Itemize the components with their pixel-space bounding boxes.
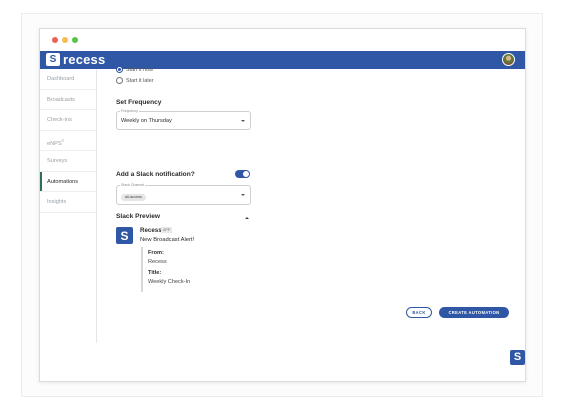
start-later-label: Start it later (126, 77, 154, 84)
chevron-down-icon (241, 194, 245, 196)
chevron-down-icon (241, 120, 245, 122)
maximize-window-button[interactable] (72, 37, 78, 43)
preview-quote-bar (141, 247, 143, 292)
preview-message: New Broadcast Alert! (140, 237, 195, 243)
sidebar-item-check-ins[interactable]: Check-ins (40, 110, 96, 131)
start-now-radio[interactable] (116, 66, 123, 73)
recess-logo-icon: S (46, 53, 60, 66)
app-header: S recess (40, 51, 525, 69)
app-window: S recess Dashboard Broadcasts Check-ins … (39, 28, 526, 382)
sidebar-item-broadcasts[interactable]: Broadcasts (40, 90, 96, 110)
sidebar-nav: Dashboard Broadcasts Check-ins eNPS® Sur… (40, 69, 97, 343)
sidebar-item-automations[interactable]: Automations (40, 171, 96, 192)
user-avatar[interactable] (502, 53, 515, 66)
set-frequency-heading: Set Frequency (116, 99, 162, 106)
slack-notification-heading: Add a Slack notification? (116, 171, 195, 178)
slack-notification-toggle[interactable] (235, 170, 250, 178)
slack-preview-heading: Slack Preview (116, 213, 160, 220)
start-now-label: Start it now (126, 66, 153, 73)
slack-channel-field-label: Slack Channel (120, 183, 146, 187)
window-titlebar (40, 29, 525, 51)
start-now-option[interactable]: Start it now (116, 66, 153, 73)
recess-bot-icon: S (116, 227, 133, 244)
slack-channel-select[interactable]: Slack Channel all-access (116, 183, 251, 205)
title-value: Weekly Check-In (148, 279, 191, 285)
create-automation-button[interactable]: CREATE AUTOMATION (439, 307, 509, 318)
app-badge: APP (161, 227, 173, 233)
frequency-field-label: Frequency (120, 109, 139, 113)
automation-form: Start it now Start it later Set Frequenc… (97, 66, 525, 381)
frequency-select[interactable]: Frequency Weekly on Thursday (116, 109, 251, 130)
sidebar-item-surveys[interactable]: Surveys (40, 151, 96, 172)
start-later-option[interactable]: Start it later (116, 77, 154, 84)
start-later-radio[interactable] (116, 77, 123, 84)
sidebar-item-enps[interactable]: eNPS® (40, 131, 96, 151)
recess-logo[interactable]: S recess (46, 53, 105, 66)
minimize-window-button[interactable] (62, 37, 68, 43)
slack-channel-chip[interactable]: all-access (121, 194, 146, 201)
recess-widget-icon[interactable]: S (510, 350, 525, 365)
title-label: Title: (148, 270, 162, 276)
sidebar-item-dashboard[interactable]: Dashboard (40, 69, 96, 90)
from-value: Recess (148, 259, 167, 265)
sidebar-item-enps-label: eNPS (47, 140, 62, 147)
close-window-button[interactable] (52, 37, 58, 43)
bot-name: Recess (140, 227, 162, 234)
app-name: recess (63, 52, 106, 67)
frequency-value: Weekly on Thursday (121, 118, 172, 124)
from-label: From: (148, 250, 164, 256)
registered-mark: ® (61, 138, 65, 143)
chevron-up-icon[interactable] (245, 217, 249, 219)
sidebar-item-insights[interactable]: Insights (40, 192, 96, 213)
back-button[interactable]: BACK (406, 307, 432, 318)
